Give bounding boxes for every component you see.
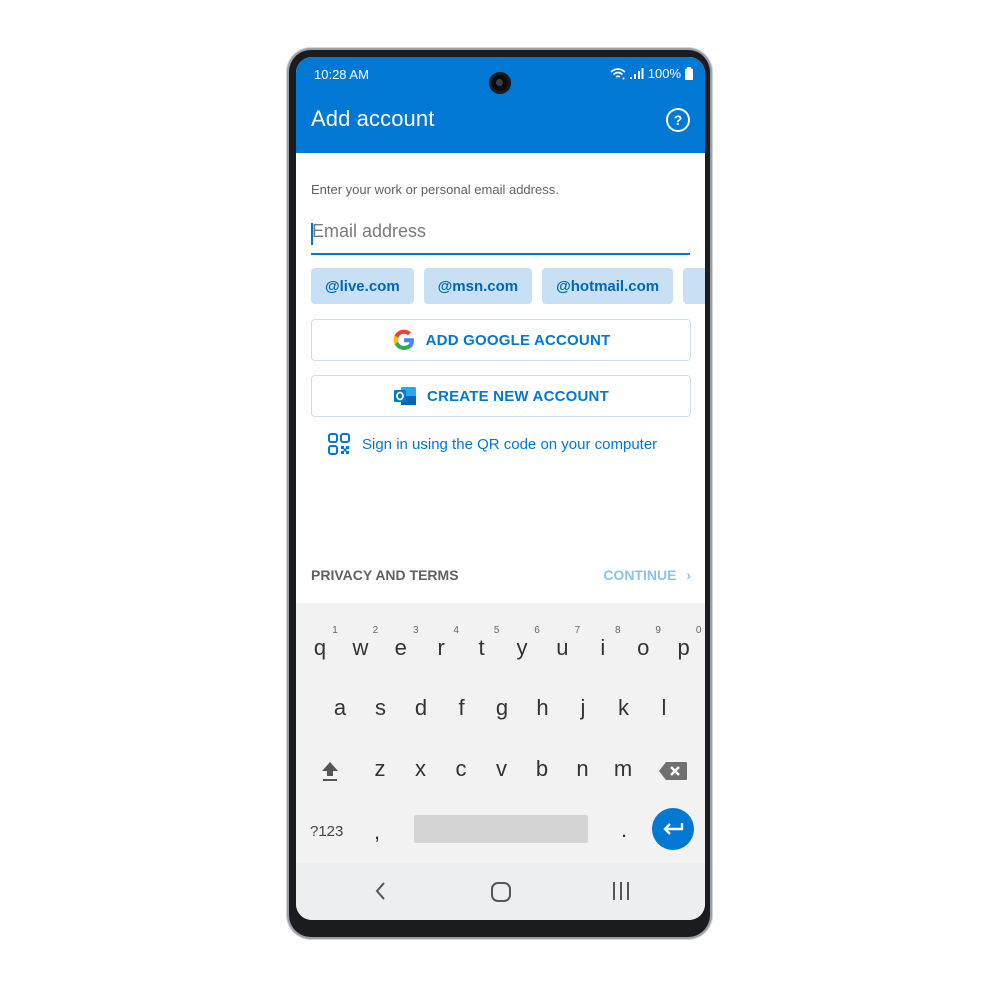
backspace-icon[interactable] [658,761,688,781]
email-prompt: Enter your work or personal email addres… [311,182,559,197]
key-h[interactable]: h [523,695,563,721]
add-google-account-button[interactable]: ADD GOOGLE ACCOUNT [311,319,691,361]
key-p[interactable]: p [664,635,704,661]
key-o[interactable]: o [623,635,663,661]
key-s[interactable]: s [361,695,401,721]
key-f[interactable]: f [442,695,482,721]
chevron-right-icon: › [686,567,691,583]
back-icon[interactable] [374,881,386,901]
key-w[interactable]: w [340,635,380,661]
qr-signin-link[interactable]: Sign in using the QR code on your comput… [328,433,657,455]
soft-keyboard: 1q2w3e4r5t6y7u8i9o0p asdfghjkl zxcvbnm ?… [296,603,705,863]
shift-icon[interactable] [320,760,340,782]
text-cursor [311,223,313,245]
key-e[interactable]: e [381,635,421,661]
key-d[interactable]: d [401,695,441,721]
key-n[interactable]: n [563,756,603,782]
recent-apps-icon[interactable] [612,881,630,901]
create-label: CREATE NEW ACCOUNT [427,387,609,405]
system-nav-bar [296,863,705,920]
status-time: 10:28 AM [314,67,369,82]
create-new-account-button[interactable]: CREATE NEW ACCOUNT [311,375,691,417]
key-b[interactable]: b [522,756,562,782]
privacy-and-terms-link[interactable]: PRIVACY AND TERMS [311,567,459,583]
status-icons: 100% [610,66,693,81]
chip-hotmail[interactable]: @hotmail.com [542,268,674,304]
key-y[interactable]: y [502,635,542,661]
qr-code-icon [328,433,350,455]
signal-icon [629,68,644,79]
enter-key[interactable] [652,808,694,850]
email-input[interactable] [311,217,691,242]
home-icon[interactable] [490,881,512,903]
help-icon[interactable]: ? [666,108,690,132]
front-camera [489,72,511,94]
key-t[interactable]: t [462,635,502,661]
key-g[interactable]: g [482,695,522,721]
page-title: Add account [311,106,435,131]
battery-icon [685,67,693,80]
comma-key[interactable]: , [374,819,380,845]
domain-chips: @live.com @msn.com @hotmail.com [311,268,705,304]
email-field[interactable] [311,217,691,255]
period-key[interactable]: . [621,817,627,843]
key-r[interactable]: r [421,635,461,661]
continue-button[interactable]: CONTINUE › [603,567,691,583]
wifi-icon [610,67,626,79]
key-a[interactable]: a [320,695,360,721]
chip-msn[interactable]: @msn.com [423,268,533,304]
space-bar[interactable] [414,815,588,843]
key-z[interactable]: z [360,756,400,782]
key-l[interactable]: l [644,695,684,721]
battery-percent: 100% [647,66,681,81]
key-c[interactable]: c [441,756,481,782]
key-v[interactable]: v [482,756,522,782]
key-j[interactable]: j [563,695,603,721]
key-k[interactable]: k [604,695,644,721]
google-icon [393,329,414,350]
chip-more[interactable] [683,268,705,304]
qr-label: Sign in using the QR code on your comput… [362,435,658,453]
google-label: ADD GOOGLE ACCOUNT [425,331,611,349]
continue-label: CONTINUE [603,567,677,583]
phone-screen: 10:28 AM 100% Add account ? Enter your w… [296,57,705,920]
key-m[interactable]: m [603,756,643,782]
key-q[interactable]: q [300,635,340,661]
key-x[interactable]: x [401,756,441,782]
enter-icon [663,823,684,835]
key-u[interactable]: u [542,635,582,661]
outlook-icon [394,387,417,405]
chip-live[interactable]: @live.com [311,268,414,304]
key-i[interactable]: i [583,635,623,661]
symbols-key[interactable]: ?123 [310,823,343,840]
app-bar: 10:28 AM 100% Add account ? [296,57,705,153]
